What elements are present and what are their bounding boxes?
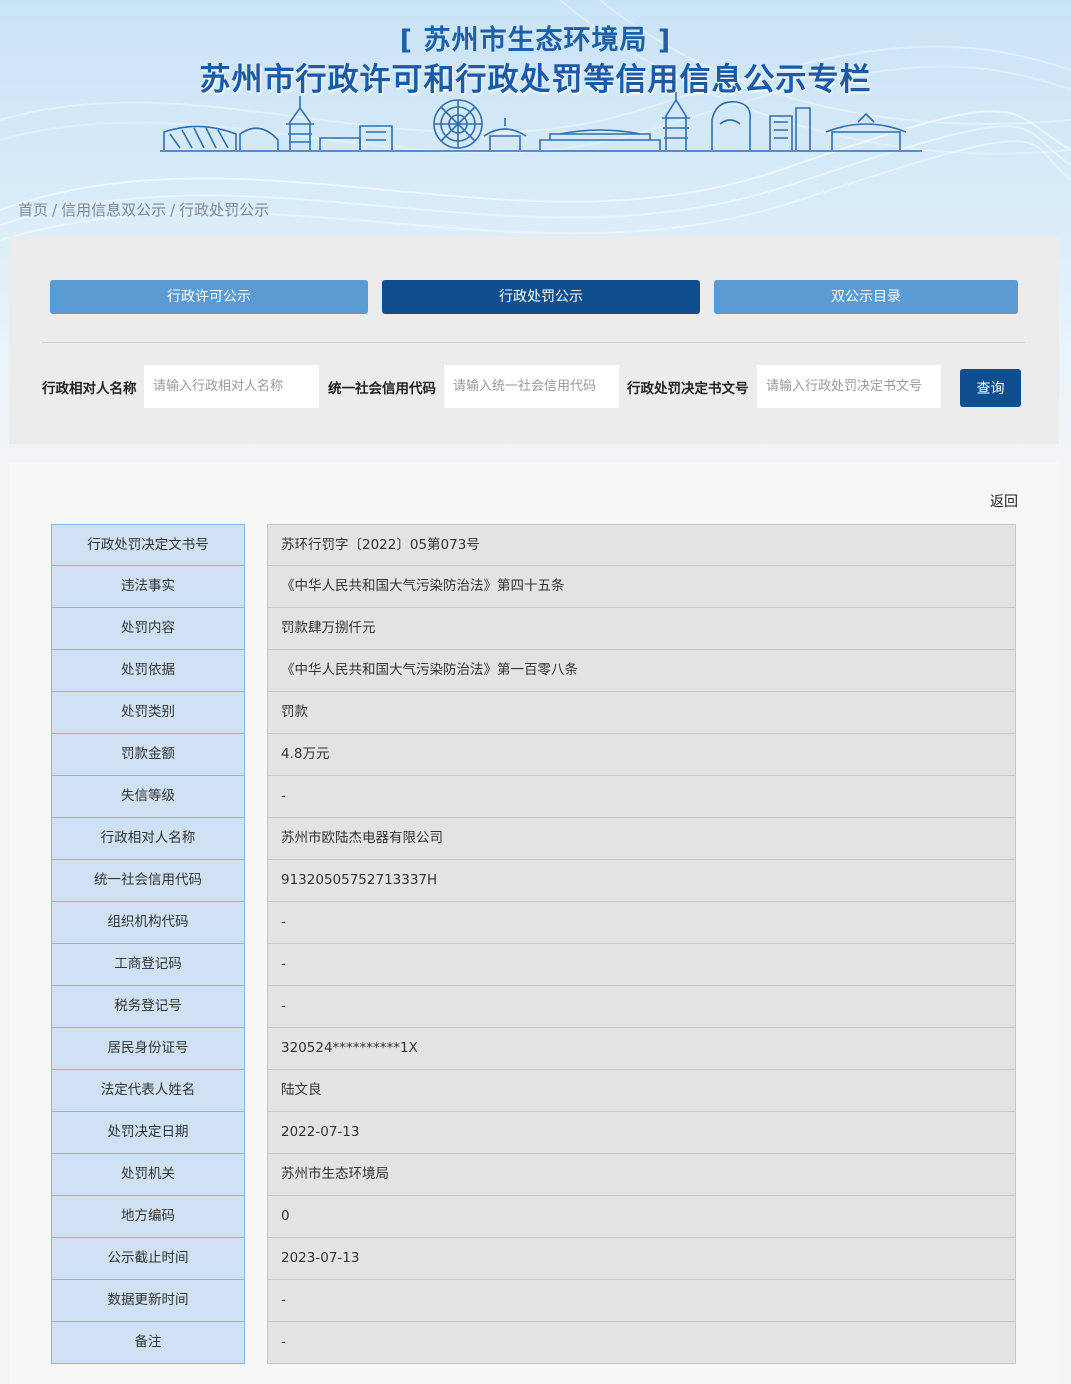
field-value-cell: - (267, 1280, 1016, 1322)
tab-administrative-license[interactable]: 行政许可公示 (50, 280, 368, 314)
field-value-cell: 2022-07-13 (267, 1112, 1016, 1154)
decision-number-input[interactable] (757, 365, 941, 408)
party-name-input[interactable] (144, 365, 319, 408)
table-row: 工商登记码 - (51, 944, 1016, 986)
table-row: 处罚决定日期 2022-07-13 (51, 1112, 1016, 1154)
table-row: 组织机构代码 - (51, 902, 1016, 944)
party-name-label: 行政相对人名称 (42, 381, 137, 397)
field-label-cell: 数据更新时间 (51, 1280, 245, 1322)
breadcrumb-double-disclosure-link[interactable]: 信用信息双公示 (61, 201, 166, 219)
field-label-cell: 地方编码 (51, 1196, 245, 1238)
field-value-cell: 罚款肆万捌仟元 (267, 608, 1016, 650)
table-row: 统一社会信用代码 91320505752713337H (51, 860, 1016, 902)
field-value-cell: - (267, 902, 1016, 944)
breadcrumb-home-link[interactable]: 首页 (18, 201, 48, 219)
panel-divider (42, 342, 1025, 343)
table-row: 失信等级 - (51, 776, 1016, 818)
search-panel: 行政许可公示 行政处罚公示 双公示目录 行政相对人名称 统一社会信用代码 行政处… (9, 236, 1059, 444)
table-row: 地方编码 0 (51, 1196, 1016, 1238)
table-row: 处罚机关 苏州市生态环境局 (51, 1154, 1016, 1196)
penalty-detail-table: 行政处罚决定文书号 苏环行罚字〔2022〕05第073号 违法事实 《中华人民共和国大… (51, 524, 1016, 1364)
field-label-cell: 处罚依据 (51, 650, 245, 692)
table-row: 行政处罚决定文书号 苏环行罚字〔2022〕05第073号 (51, 524, 1016, 566)
field-value-cell: 罚款 (267, 692, 1016, 734)
field-label-cell: 居民身份证号 (51, 1028, 245, 1070)
credit-code-label: 统一社会信用代码 (328, 381, 436, 397)
field-label-cell: 工商登记码 (51, 944, 245, 986)
org-title: [ 苏州市生态环境局 ] (399, 25, 672, 56)
table-row: 处罚内容 罚款肆万捌仟元 (51, 608, 1016, 650)
back-link[interactable]: 返回 (990, 491, 1018, 511)
table-row: 违法事实 《中华人民共和国大气污染防治法》第四十五条 (51, 566, 1016, 608)
field-label-cell: 违法事实 (51, 566, 245, 608)
field-label-cell: 失信等级 (51, 776, 245, 818)
city-skyline-illustration (160, 92, 922, 152)
table-row: 数据更新时间 - (51, 1280, 1016, 1322)
field-label-cell: 处罚内容 (51, 608, 245, 650)
table-row: 税务登记号 - (51, 986, 1016, 1028)
field-value-cell: 陆文良 (267, 1070, 1016, 1112)
breadcrumb: 首页 / 信用信息双公示 / 行政处罚公示 (18, 199, 269, 220)
field-label-cell: 税务登记号 (51, 986, 245, 1028)
field-label-cell: 行政处罚决定文书号 (51, 524, 245, 566)
field-value-cell: 《中华人民共和国大气污染防治法》第一百零八条 (267, 650, 1016, 692)
table-row: 行政相对人名称 苏州市欧陆杰电器有限公司 (51, 818, 1016, 860)
table-row: 罚款金额 4.8万元 (51, 734, 1016, 776)
field-label-cell: 公示截止时间 (51, 1238, 245, 1280)
query-button[interactable]: 查询 (960, 369, 1021, 407)
breadcrumb-separator: / (170, 201, 176, 219)
tab-administrative-penalty[interactable]: 行政处罚公示 (382, 280, 700, 314)
tab-disclosure-catalog[interactable]: 双公示目录 (714, 280, 1018, 314)
table-row: 备注 - (51, 1322, 1016, 1364)
field-value-cell: 苏环行罚字〔2022〕05第073号 (267, 524, 1016, 566)
table-row: 处罚类别 罚款 (51, 692, 1016, 734)
field-label-cell: 行政相对人名称 (51, 818, 245, 860)
table-row: 法定代表人姓名 陆文良 (51, 1070, 1016, 1112)
field-label-cell: 法定代表人姓名 (51, 1070, 245, 1112)
table-row: 公示截止时间 2023-07-13 (51, 1238, 1016, 1280)
field-value-cell: 苏州市欧陆杰电器有限公司 (267, 818, 1016, 860)
field-value-cell: 91320505752713337H (267, 860, 1016, 902)
field-label-cell: 罚款金额 (51, 734, 245, 776)
decision-number-label: 行政处罚决定书文号 (627, 381, 749, 397)
field-value-cell: 《中华人民共和国大气污染防治法》第四十五条 (267, 566, 1016, 608)
field-label-cell: 处罚类别 (51, 692, 245, 734)
field-value-cell: - (267, 1322, 1016, 1364)
field-value-cell: 320524**********1X (267, 1028, 1016, 1070)
field-value-cell: - (267, 944, 1016, 986)
field-value-cell: - (267, 986, 1016, 1028)
breadcrumb-separator: / (52, 201, 58, 219)
field-value-cell: 2023-07-13 (267, 1238, 1016, 1280)
field-value-cell: 4.8万元 (267, 734, 1016, 776)
field-value-cell: 0 (267, 1196, 1016, 1238)
field-label-cell: 处罚决定日期 (51, 1112, 245, 1154)
field-label-cell: 处罚机关 (51, 1154, 245, 1196)
field-value-cell: - (267, 776, 1016, 818)
table-row: 处罚依据 《中华人民共和国大气污染防治法》第一百零八条 (51, 650, 1016, 692)
penalty-detail-card: 返回 行政处罚决定文书号 苏环行罚字〔2022〕05第073号 违法事实 《中华人民共… (9, 462, 1059, 1384)
field-label-cell: 统一社会信用代码 (51, 860, 245, 902)
table-row: 居民身份证号 320524**********1X (51, 1028, 1016, 1070)
field-label-cell: 组织机构代码 (51, 902, 245, 944)
field-label-cell: 备注 (51, 1322, 245, 1364)
credit-code-input[interactable] (444, 365, 619, 408)
breadcrumb-current: 行政处罚公示 (179, 201, 270, 219)
field-value-cell: 苏州市生态环境局 (267, 1154, 1016, 1196)
